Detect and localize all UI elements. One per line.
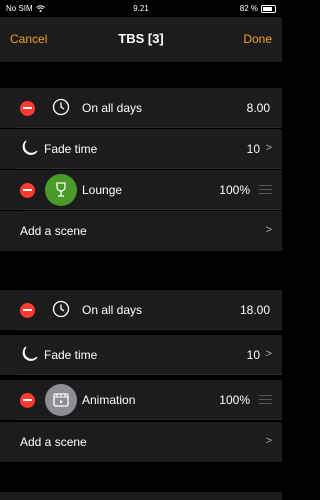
row-divider [18,209,282,210]
battery-percent: 82 % [239,4,258,13]
fade-time-label: Fade time [44,348,98,362]
add-scene-row[interactable]: Add a scene > [0,422,282,462]
fade-time-label: Fade time [44,142,98,156]
row-divider [18,168,282,169]
days-label: On all days [82,101,143,115]
row-divider [18,419,282,420]
scene-row[interactable]: Animation 100% [0,380,282,420]
delete-scene-button[interactable] [20,183,35,198]
scene-row[interactable]: Lounge 100% [0,170,282,210]
add-scene-label: Add a scene [20,224,87,238]
moon-icon [22,346,38,361]
wine-glass-icon [56,182,66,197]
drag-handle-icon[interactable] [259,185,272,195]
scene-name: Lounge [82,183,123,197]
chevron-right-icon: > [265,142,272,154]
battery-icon [261,4,276,13]
drag-handle-icon[interactable] [259,395,272,405]
next-section-edge [0,492,282,500]
status-bar: No SIM 9.21 82 % [0,0,282,17]
delete-scene-button[interactable] [20,393,35,408]
row-divider [18,127,282,128]
delete-schedule-button[interactable] [20,303,35,318]
done-button[interactable]: Done [243,32,272,46]
scene-percent: 100% [219,183,250,197]
nav-bar: Cancel TBS [3] Done [0,17,282,62]
fade-time-row[interactable]: Fade time 10 > [0,129,282,169]
film-icon [53,393,69,407]
clock-icon [52,98,70,116]
schedule-time: 18.00 [239,303,270,317]
schedule-row[interactable]: On all days 8.00 [0,88,282,128]
chevron-right-icon: > [265,348,272,360]
fade-time-row[interactable]: Fade time 10 > [0,335,282,375]
fade-time-value: 10 [246,348,260,362]
row-divider [18,329,282,330]
chevron-right-icon: > [265,224,272,236]
moon-icon [22,140,38,155]
chevron-right-icon: > [265,435,272,447]
scene-name: Animation [82,393,136,407]
add-scene-row[interactable]: Add a scene > [0,211,282,251]
scene-icon-circle [45,174,77,206]
battery-group: 82 % [240,4,276,13]
fade-time-value: 10 [246,142,260,156]
scene-icon-circle [45,384,77,416]
delete-schedule-button[interactable] [20,101,35,116]
add-scene-label: Add a scene [20,435,87,449]
clock-icon [52,300,70,318]
schedule-time: 8.00 [246,101,270,115]
page-title: TBS [3] [118,31,164,46]
scene-percent: 100% [219,393,250,407]
row-divider [18,374,282,375]
days-label: On all days [82,303,143,317]
schedule-row[interactable]: On all days 18.00 [0,290,282,330]
